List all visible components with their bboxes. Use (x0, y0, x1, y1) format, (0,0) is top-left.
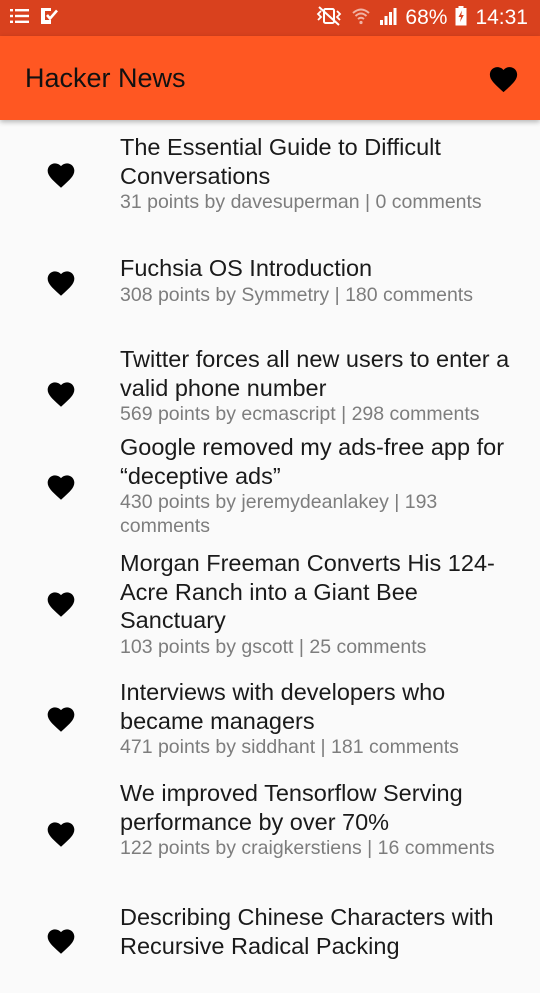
heart-icon (47, 382, 75, 407)
story-item[interactable]: Fuchsia OS Introduction 308 points by Sy… (0, 224, 540, 332)
heart-icon (47, 929, 75, 954)
story-item[interactable]: We improved Tensorflow Serving performan… (0, 779, 540, 903)
heart-icon (47, 707, 75, 732)
battery-charging-icon (455, 6, 467, 30)
story-item[interactable]: The Essential Guide to Difficult Convers… (0, 120, 540, 224)
heart-icon (47, 592, 75, 617)
story-meta: 308 points by Symmetry | 180 comments (120, 283, 473, 306)
story-meta: 471 points by siddhant | 181 comments (120, 736, 459, 759)
story-item[interactable]: Google removed my ads-free app for “dece… (0, 432, 540, 549)
battery-percent: 68% (405, 6, 448, 29)
signal-icon (379, 7, 397, 29)
status-bar-left (10, 7, 58, 29)
story-title: Google removed my ads-free app for “dece… (120, 434, 505, 489)
status-bar: 68% 14:31 (0, 0, 540, 36)
story-meta: 103 points by gscott | 25 comments (120, 635, 427, 658)
favorite-toggle[interactable] (44, 701, 78, 735)
story-meta: 122 points by craigkerstiens | 16 commen… (120, 837, 495, 860)
story-item[interactable]: Describing Chinese Characters with Recur… (0, 903, 540, 993)
vibrate-icon (315, 6, 343, 30)
favorite-toggle[interactable] (44, 469, 78, 503)
heart-icon (47, 822, 75, 847)
wifi-icon (351, 7, 371, 29)
clock: 14:31 (475, 6, 528, 29)
heart-icon (489, 67, 518, 93)
favorite-toggle[interactable] (44, 376, 78, 410)
story-list[interactable]: The Essential Guide to Difficult Convers… (0, 120, 540, 993)
story-meta: 31 points by davesuperman | 0 comments (120, 191, 482, 214)
heart-icon (47, 475, 75, 500)
status-bar-right: 68% 14:31 (315, 6, 528, 30)
favorite-toggle[interactable] (44, 265, 78, 299)
story-title: Morgan Freeman Converts His 124-Acre Ran… (120, 550, 495, 634)
story-meta: 569 points by ecmascript | 298 comments (120, 403, 480, 426)
favorite-toggle[interactable] (44, 923, 78, 957)
story-title: The Essential Guide to Difficult Convers… (120, 134, 441, 189)
favorite-toggle[interactable] (44, 816, 78, 850)
story-title: We improved Tensorflow Serving performan… (120, 780, 463, 835)
story-title: Describing Chinese Characters with Recur… (120, 904, 494, 959)
list-notification-icon (10, 8, 30, 28)
story-title: Fuchsia OS Introduction (120, 255, 373, 281)
checklist-notification-icon (40, 7, 58, 29)
story-item[interactable]: Interviews with developers who became ma… (0, 678, 540, 779)
story-title: Interviews with developers who became ma… (120, 679, 446, 734)
app-bar: Hacker News (0, 36, 540, 120)
favorite-toggle[interactable] (44, 586, 78, 620)
story-item[interactable]: Morgan Freeman Converts His 124-Acre Ran… (0, 549, 540, 678)
story-meta: 430 points by jeremydeanlakey | 193 comm… (120, 491, 438, 538)
favorites-button[interactable] (487, 63, 520, 93)
story-title: Twitter forces all new users to enter a … (120, 346, 510, 401)
app-title: Hacker News (25, 62, 186, 93)
favorite-toggle[interactable] (44, 157, 78, 191)
heart-icon (47, 163, 75, 188)
heart-icon (47, 271, 75, 296)
story-item[interactable]: Twitter forces all new users to enter a … (0, 332, 540, 432)
